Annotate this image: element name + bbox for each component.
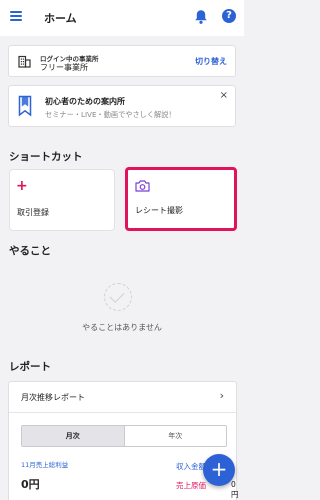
business-name: フリー事業所 <box>40 63 88 72</box>
switch-business-button[interactable]: 切り替え <box>195 56 227 67</box>
gross-profit-label: 11月売上総利益 <box>21 461 69 469</box>
monthly-report-link[interactable]: 月次推移レポート <box>21 392 85 403</box>
camera-icon <box>135 180 150 192</box>
report-card: 月次推移レポート › 月次 年次 11月売上総利益 0円 収入金額 売上原価 0… <box>8 381 239 500</box>
cost-label: 売上原価 <box>176 481 206 490</box>
income-label: 収入金額 <box>176 462 206 471</box>
todo-empty-message: やることはありません <box>82 323 162 332</box>
tab-yearly[interactable]: 年次 <box>125 426 227 446</box>
divider <box>9 412 236 413</box>
add-button[interactable]: + <box>203 454 235 486</box>
tab-monthly[interactable]: 月次 <box>22 426 125 446</box>
cost-value: 0円 <box>231 480 239 499</box>
shortcut-section-title: ショートカット <box>9 151 83 163</box>
add-deal-label: 取引登録 <box>17 208 49 217</box>
building-icon <box>18 55 31 68</box>
help-icon[interactable]: ? <box>222 9 236 23</box>
guide-title: 初心者のための案内所 <box>45 97 125 106</box>
report-section-title: レポート <box>9 361 51 373</box>
bell-icon[interactable] <box>194 9 208 25</box>
page-title: ホーム <box>44 12 77 25</box>
close-icon[interactable]: × <box>220 90 228 101</box>
todo-section-title: やること <box>9 245 51 257</box>
menu-icon[interactable] <box>10 11 22 21</box>
period-toggle: 月次 年次 <box>21 425 227 447</box>
receipt-capture-shortcut[interactable]: レシート撮影 <box>125 167 237 231</box>
gross-profit-value: 0円 <box>21 478 40 491</box>
business-selector[interactable]: ログイン中の事業所 フリー事業所 切り替え <box>8 45 236 77</box>
add-deal-shortcut[interactable]: + 取引登録 <box>9 169 115 231</box>
guide-subtitle: セミナー・LIVE・動画でやさしく解説！ <box>45 110 176 119</box>
receipt-capture-label: レシート撮影 <box>135 206 183 215</box>
bookmark-icon <box>18 95 32 117</box>
plus-icon: + <box>16 178 28 194</box>
chevron-right-icon[interactable]: › <box>220 389 224 402</box>
app-bar: ホーム ? <box>0 0 244 36</box>
beginner-guide-banner[interactable]: 初心者のための案内所 セミナー・LIVE・動画でやさしく解説！ × <box>8 85 236 127</box>
checkmark-icon <box>104 283 132 311</box>
